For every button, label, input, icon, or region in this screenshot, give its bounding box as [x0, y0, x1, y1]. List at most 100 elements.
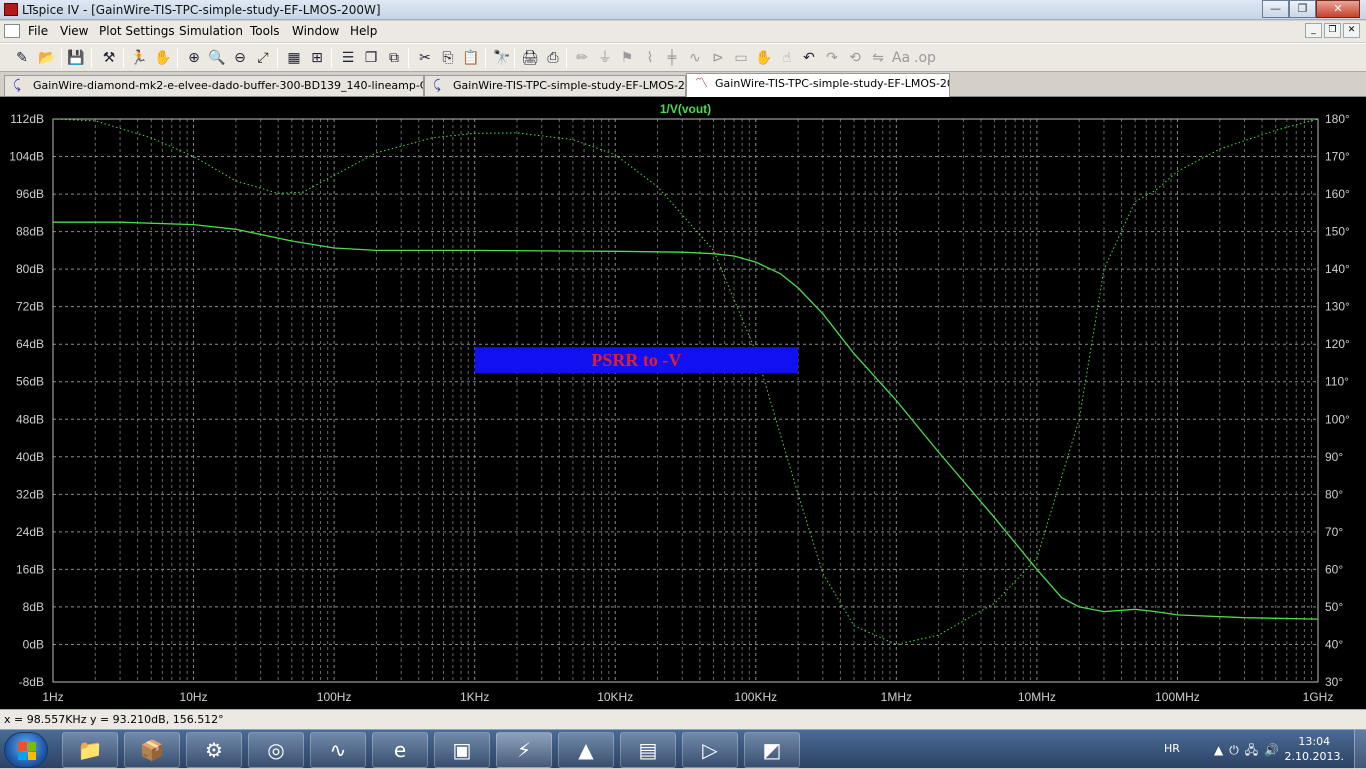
diode-icon[interactable]: ⊳	[708, 48, 728, 68]
menu-file[interactable]: File	[28, 24, 48, 38]
undo-icon[interactable]: ↶	[799, 48, 819, 68]
clock[interactable]: 13:04 2.10.2013.	[1285, 734, 1344, 764]
taskbar-eagle-app-button[interactable]: ▷	[682, 732, 738, 768]
mirror-icon[interactable]: ⇋	[868, 48, 888, 68]
taskbar-image-viewer-button[interactable]: ▣	[434, 732, 490, 768]
rotate-icon[interactable]: ⟲	[845, 48, 865, 68]
document-icon[interactable]	[4, 24, 20, 38]
cascade-icon[interactable]: ❐	[361, 48, 381, 68]
menu-view[interactable]: View	[60, 24, 88, 38]
menu-window[interactable]: Window	[292, 24, 339, 38]
y-left-tick-label: 88dB	[16, 225, 44, 239]
magnitude-trace[interactable]	[53, 221, 1319, 620]
y-left-tick-label: 16dB	[16, 562, 44, 576]
close-button[interactable]: ✕	[1316, 0, 1360, 18]
menu-help[interactable]: Help	[350, 24, 377, 38]
text-icon[interactable]: Aa	[891, 48, 911, 68]
installer-icon: 📦	[139, 738, 165, 762]
zoom-out-icon[interactable]: ⊖	[230, 48, 250, 68]
y-left-tick-label: 8dB	[23, 600, 44, 614]
bode-plot[interactable]: 112dB 104dB 96dB 88dB 80dB 72dB 64dB 56dB 48dB 40…	[0, 97, 1366, 709]
annotation-box[interactable]: PSRR to -V	[474, 347, 799, 374]
language-indicator[interactable]: HR	[1164, 742, 1180, 755]
move-icon[interactable]: ✋	[754, 48, 774, 68]
y-right-tick-label: 30°	[1325, 675, 1343, 689]
label-icon[interactable]: ⚑	[617, 48, 637, 68]
plot-frame	[52, 118, 1319, 683]
menu-tools[interactable]: Tools	[250, 24, 280, 38]
taskbar-document-app-button[interactable]: ▤	[620, 732, 676, 768]
open-icon[interactable]: 📂	[37, 48, 57, 68]
ltspice-tool-icon: ⚙	[205, 738, 223, 762]
menu-bar: File View Plot Settings Simulation Tools…	[0, 21, 1366, 42]
autorange-icon[interactable]: ▦	[284, 48, 304, 68]
component-icon[interactable]: ▭	[731, 48, 751, 68]
zoom-area-icon[interactable]: ⊕	[184, 48, 204, 68]
taskbar-security-app-button[interactable]: ◎	[248, 732, 304, 768]
volume-icon[interactable]: 🔊	[1264, 743, 1285, 757]
print-preview-icon[interactable]: ⎙	[543, 48, 563, 68]
taskbar-internet-explorer-button[interactable]: e	[372, 732, 428, 768]
close-windows-icon[interactable]: ⧉	[384, 48, 404, 68]
zoom-fit-icon[interactable]: ⤢	[253, 48, 273, 68]
control-panel-icon[interactable]: ⚒	[99, 48, 119, 68]
copy-icon[interactable]: ⎘	[438, 48, 458, 68]
y-right-tick-label: 60°	[1325, 562, 1343, 576]
network-icon[interactable]: 🖧	[1245, 743, 1264, 757]
mdi-restore-button[interactable]: ❐	[1324, 23, 1341, 38]
taskbar-ltspice-button[interactable]: ⚡	[496, 732, 552, 768]
document-app-icon: ▤	[638, 738, 658, 762]
maximize-button[interactable]: ❐	[1289, 0, 1316, 18]
save-icon[interactable]: 💾	[66, 48, 86, 68]
mdi-minimize-button[interactable]: _	[1305, 23, 1322, 38]
show-hidden-icons-icon[interactable]: ▲	[1214, 743, 1229, 757]
taskbar-ltspice-tool-button[interactable]: ⚙	[186, 732, 242, 768]
tile-horizontal-icon[interactable]: ☰	[338, 48, 358, 68]
halt-icon[interactable]: ✋	[153, 48, 173, 68]
trace-title[interactable]: 1/V(vout)	[660, 102, 711, 116]
tab-schematic-gainwire[interactable]: ⤹ GainWire-TIS-TPC-simple-study-EF-LMOS-…	[424, 75, 686, 96]
y-left-tick-label: 56dB	[16, 375, 44, 389]
show-desktop-button[interactable]	[1354, 730, 1366, 769]
wire-icon[interactable]: ✏	[572, 48, 592, 68]
find-icon[interactable]: 🔭	[492, 48, 512, 68]
minimize-button[interactable]: —	[1262, 0, 1289, 18]
y-right-tick-label: 90°	[1325, 450, 1343, 464]
cut-icon[interactable]: ✂	[415, 48, 435, 68]
redo-icon[interactable]: ↷	[822, 48, 842, 68]
tab-schematic-diamond[interactable]: ⤹ GainWire-diamond-mk2-e-elvee-dado-buff…	[4, 75, 424, 96]
taskbar-installer-button[interactable]: 📦	[124, 732, 180, 768]
waveform-icon: 〽	[695, 76, 709, 91]
taskbar-scope-app-button[interactable]: ∿	[310, 732, 366, 768]
waveform-viewer[interactable]: 112dB 104dB 96dB 88dB 80dB 72dB 64dB 56dB 48dB 40…	[0, 97, 1366, 709]
zoom-in-icon[interactable]: 🔍	[207, 48, 227, 68]
drag-icon[interactable]: ☝	[777, 48, 797, 68]
start-button[interactable]	[4, 732, 48, 768]
run-icon[interactable]: 🏃	[129, 48, 149, 68]
y-right-tick-label: 80°	[1325, 487, 1343, 501]
taskbar-explorer-button[interactable]: 📁	[62, 732, 118, 768]
ground-icon[interactable]: ⏚	[595, 48, 615, 68]
y-right-tick-label: 50°	[1325, 600, 1343, 614]
spice-directive-icon[interactable]: .op	[914, 48, 936, 68]
taskbar-notes-app-button[interactable]: ◩	[744, 732, 800, 768]
power-icon[interactable]: ⏻	[1229, 743, 1245, 757]
internet-explorer-icon: e	[393, 738, 407, 762]
y-right-tick-label: 180°	[1325, 112, 1350, 126]
menu-plot-settings[interactable]: Plot Settings	[99, 24, 175, 38]
inductor-icon[interactable]: ∿	[685, 48, 705, 68]
taskbar-pdf-reader-button[interactable]: ▲	[558, 732, 614, 768]
print-icon[interactable]: 🖨	[520, 48, 540, 68]
y-right-tick-label: 140°	[1325, 262, 1350, 276]
resistor-icon[interactable]: ⌇	[640, 48, 660, 68]
y-left-tick-label: 104dB	[9, 150, 44, 164]
tab-waveform-gainwire[interactable]: 〽 GainWire-TIS-TPC-simple-study-EF-LMOS-…	[686, 73, 950, 97]
grid-icon[interactable]: ⊞	[307, 48, 327, 68]
mdi-close-button[interactable]: ✕	[1343, 23, 1360, 38]
y-left-tick-label: 96dB	[16, 187, 44, 201]
menu-simulation[interactable]: Simulation	[179, 24, 243, 38]
capacitor-icon[interactable]: ╪	[662, 48, 682, 68]
new-schematic-icon[interactable]: ✎	[12, 48, 32, 68]
paste-icon[interactable]: 📋	[461, 48, 481, 68]
image-viewer-icon: ▣	[452, 738, 472, 762]
